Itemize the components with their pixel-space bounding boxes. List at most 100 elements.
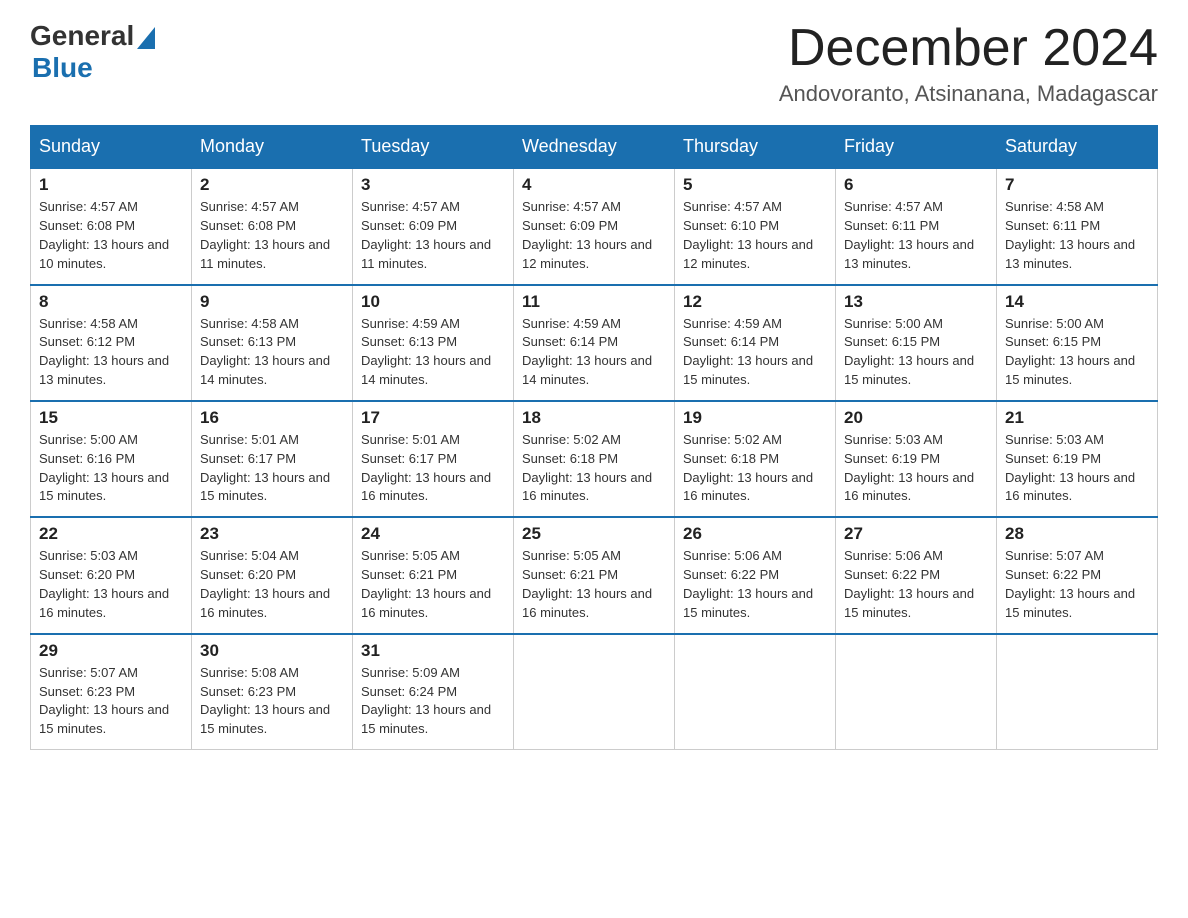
logo: General Blue (30, 20, 155, 84)
empty-cell (675, 634, 836, 750)
day-number: 12 (683, 292, 827, 312)
title-section: December 2024 Andovoranto, Atsinanana, M… (779, 20, 1158, 107)
week-row-1: 1 Sunrise: 4:57 AMSunset: 6:08 PMDaylight… (31, 168, 1158, 284)
day-cell-21: 21Sunrise: 5:03 AMSunset: 6:19 PMDayligh… (997, 401, 1158, 517)
location-title: Andovoranto, Atsinanana, Madagascar (779, 81, 1158, 107)
logo-general-text: General (30, 20, 134, 52)
day-info: Sunrise: 5:08 AMSunset: 6:23 PMDaylight:… (200, 664, 344, 739)
day-number: 13 (844, 292, 988, 312)
day-cell-5: 5 Sunrise: 4:57 AMSunset: 6:10 PMDaylight… (675, 168, 836, 284)
day-cell-17: 17 Sunrise: 5:01 AMSunset: 6:17 PMDayligh… (353, 401, 514, 517)
day-number: 1 (39, 175, 183, 195)
day-number: 16 (200, 408, 344, 428)
month-title: December 2024 (779, 20, 1158, 77)
day-info: Sunrise: 5:06 AMSunset: 6:22 PMDaylight:… (683, 547, 827, 622)
day-number: 8 (39, 292, 183, 312)
logo-triangle-icon (137, 27, 155, 49)
day-number: 31 (361, 641, 505, 661)
day-cell-20: 20 Sunrise: 5:03 AMSunset: 6:19 PMDayligh… (836, 401, 997, 517)
day-number: 22 (39, 524, 183, 544)
day-cell-16: 16Sunrise: 5:01 AMSunset: 6:17 PMDayligh… (192, 401, 353, 517)
day-info: Sunrise: 5:02 AMSunset: 6:18 PMDaylight:… (522, 431, 666, 506)
day-cell-15: 15Sunrise: 5:00 AMSunset: 6:16 PMDayligh… (31, 401, 192, 517)
column-header-friday: Friday (836, 126, 997, 169)
day-cell-19: 19Sunrise: 5:02 AMSunset: 6:18 PMDayligh… (675, 401, 836, 517)
day-cell-6: 6 Sunrise: 4:57 AMSunset: 6:11 PMDaylight… (836, 168, 997, 284)
logo-blue-text: Blue (32, 52, 93, 84)
day-cell-8: 8 Sunrise: 4:58 AMSunset: 6:12 PMDaylight… (31, 285, 192, 401)
day-info: Sunrise: 5:05 AMSunset: 6:21 PMDaylight:… (361, 547, 505, 622)
day-cell-4: 4 Sunrise: 4:57 AMSunset: 6:09 PMDaylight… (514, 168, 675, 284)
day-number: 18 (522, 408, 666, 428)
day-cell-31: 31 Sunrise: 5:09 AMSunset: 6:24 PMDayligh… (353, 634, 514, 750)
day-info: Sunrise: 4:58 AMSunset: 6:13 PMDaylight:… (200, 315, 344, 390)
day-number: 28 (1005, 524, 1149, 544)
day-info: Sunrise: 5:00 AMSunset: 6:15 PMDaylight:… (1005, 315, 1149, 390)
day-number: 20 (844, 408, 988, 428)
day-info: Sunrise: 4:58 AMSunset: 6:12 PMDaylight:… (39, 315, 183, 390)
week-row-5: 29Sunrise: 5:07 AMSunset: 6:23 PMDayligh… (31, 634, 1158, 750)
day-cell-11: 11Sunrise: 4:59 AMSunset: 6:14 PMDayligh… (514, 285, 675, 401)
day-info: Sunrise: 5:07 AMSunset: 6:22 PMDaylight:… (1005, 547, 1149, 622)
empty-cell (997, 634, 1158, 750)
day-cell-30: 30Sunrise: 5:08 AMSunset: 6:23 PMDayligh… (192, 634, 353, 750)
day-info: Sunrise: 5:09 AMSunset: 6:24 PMDaylight:… (361, 664, 505, 739)
day-cell-9: 9Sunrise: 4:58 AMSunset: 6:13 PMDaylight… (192, 285, 353, 401)
day-info: Sunrise: 5:01 AMSunset: 6:17 PMDaylight:… (361, 431, 505, 506)
day-cell-14: 14 Sunrise: 5:00 AMSunset: 6:15 PMDayligh… (997, 285, 1158, 401)
day-number: 10 (361, 292, 505, 312)
day-info: Sunrise: 5:04 AMSunset: 6:20 PMDaylight:… (200, 547, 344, 622)
day-cell-2: 2Sunrise: 4:57 AMSunset: 6:08 PMDaylight… (192, 168, 353, 284)
day-cell-29: 29Sunrise: 5:07 AMSunset: 6:23 PMDayligh… (31, 634, 192, 750)
day-cell-10: 10 Sunrise: 4:59 AMSunset: 6:13 PMDayligh… (353, 285, 514, 401)
day-info: Sunrise: 5:06 AMSunset: 6:22 PMDaylight:… (844, 547, 988, 622)
day-cell-18: 18 Sunrise: 5:02 AMSunset: 6:18 PMDayligh… (514, 401, 675, 517)
day-info: Sunrise: 5:07 AMSunset: 6:23 PMDaylight:… (39, 664, 183, 739)
page-header: General Blue December 2024 Andovoranto, … (30, 20, 1158, 107)
day-info: Sunrise: 4:57 AMSunset: 6:09 PMDaylight:… (361, 198, 505, 273)
day-cell-23: 23 Sunrise: 5:04 AMSunset: 6:20 PMDayligh… (192, 517, 353, 633)
column-header-tuesday: Tuesday (353, 126, 514, 169)
week-row-4: 22Sunrise: 5:03 AMSunset: 6:20 PMDayligh… (31, 517, 1158, 633)
day-number: 17 (361, 408, 505, 428)
calendar-header-row: SundayMondayTuesdayWednesdayThursdayFrid… (31, 126, 1158, 169)
day-number: 19 (683, 408, 827, 428)
week-row-2: 8 Sunrise: 4:58 AMSunset: 6:12 PMDaylight… (31, 285, 1158, 401)
column-header-thursday: Thursday (675, 126, 836, 169)
day-cell-26: 26Sunrise: 5:06 AMSunset: 6:22 PMDayligh… (675, 517, 836, 633)
day-info: Sunrise: 4:57 AMSunset: 6:11 PMDaylight:… (844, 198, 988, 273)
week-row-3: 15Sunrise: 5:00 AMSunset: 6:16 PMDayligh… (31, 401, 1158, 517)
day-info: Sunrise: 4:57 AMSunset: 6:08 PMDaylight:… (39, 198, 183, 273)
day-info: Sunrise: 4:59 AMSunset: 6:14 PMDaylight:… (683, 315, 827, 390)
day-info: Sunrise: 5:03 AMSunset: 6:19 PMDaylight:… (844, 431, 988, 506)
day-cell-12: 12 Sunrise: 4:59 AMSunset: 6:14 PMDayligh… (675, 285, 836, 401)
day-number: 3 (361, 175, 505, 195)
day-number: 25 (522, 524, 666, 544)
column-header-monday: Monday (192, 126, 353, 169)
day-cell-25: 25 Sunrise: 5:05 AMSunset: 6:21 PMDayligh… (514, 517, 675, 633)
empty-cell (514, 634, 675, 750)
day-info: Sunrise: 5:03 AMSunset: 6:19 PMDaylight:… (1005, 431, 1149, 506)
day-number: 6 (844, 175, 988, 195)
day-info: Sunrise: 5:00 AMSunset: 6:15 PMDaylight:… (844, 315, 988, 390)
day-cell-22: 22Sunrise: 5:03 AMSunset: 6:20 PMDayligh… (31, 517, 192, 633)
day-info: Sunrise: 4:59 AMSunset: 6:13 PMDaylight:… (361, 315, 505, 390)
day-info: Sunrise: 4:58 AMSunset: 6:11 PMDaylight:… (1005, 198, 1149, 273)
day-number: 14 (1005, 292, 1149, 312)
day-cell-28: 28 Sunrise: 5:07 AMSunset: 6:22 PMDayligh… (997, 517, 1158, 633)
day-cell-24: 24Sunrise: 5:05 AMSunset: 6:21 PMDayligh… (353, 517, 514, 633)
day-info: Sunrise: 4:57 AMSunset: 6:09 PMDaylight:… (522, 198, 666, 273)
day-number: 4 (522, 175, 666, 195)
day-cell-7: 7 Sunrise: 4:58 AMSunset: 6:11 PMDaylight… (997, 168, 1158, 284)
day-number: 23 (200, 524, 344, 544)
day-info: Sunrise: 5:05 AMSunset: 6:21 PMDaylight:… (522, 547, 666, 622)
day-number: 5 (683, 175, 827, 195)
day-number: 15 (39, 408, 183, 428)
day-info: Sunrise: 4:57 AMSunset: 6:10 PMDaylight:… (683, 198, 827, 273)
day-cell-3: 3 Sunrise: 4:57 AMSunset: 6:09 PMDaylight… (353, 168, 514, 284)
day-number: 7 (1005, 175, 1149, 195)
day-info: Sunrise: 4:59 AMSunset: 6:14 PMDaylight:… (522, 315, 666, 390)
calendar-table: SundayMondayTuesdayWednesdayThursdayFrid… (30, 125, 1158, 750)
column-header-wednesday: Wednesday (514, 126, 675, 169)
day-number: 27 (844, 524, 988, 544)
